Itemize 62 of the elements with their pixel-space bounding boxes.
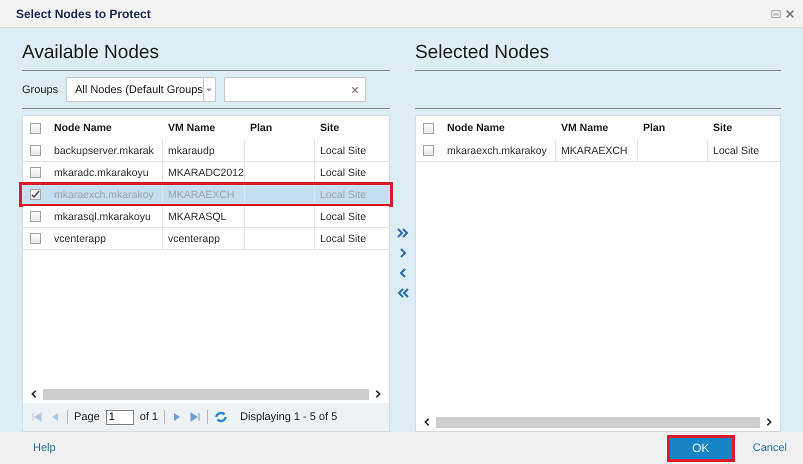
table-cell: MKARASQL	[163, 206, 245, 227]
add-all-button[interactable]	[396, 227, 408, 239]
first-page-icon[interactable]	[31, 411, 43, 423]
table-cell: vcenterapp	[163, 228, 245, 249]
refresh-icon[interactable]	[214, 410, 228, 424]
last-page-icon[interactable]	[189, 411, 202, 423]
close-icon[interactable]	[785, 8, 795, 18]
restore-icon[interactable]	[771, 8, 781, 18]
help-link[interactable]: Help	[33, 442, 56, 454]
column-header: Site	[319, 121, 340, 136]
caret-icon[interactable]	[205, 86, 214, 94]
column-header: VM Name	[167, 121, 216, 136]
table-cell: MKARAEXCH	[163, 184, 245, 205]
checkbox[interactable]	[30, 189, 41, 200]
scroll-left-icon[interactable]	[29, 388, 39, 400]
scrollbar-track[interactable]	[436, 416, 760, 428]
checkbox[interactable]	[30, 167, 41, 178]
scroll-right-icon[interactable]	[764, 416, 774, 428]
page-label: Page	[74, 411, 100, 423]
checkbox[interactable]	[30, 233, 41, 244]
column-header: Node Name	[446, 121, 506, 136]
panel-heading: Selected Nodes	[415, 41, 550, 65]
scroll-left-icon[interactable]	[422, 416, 432, 428]
table-cell: MKARAEXCH	[556, 140, 638, 161]
column-header: Plan	[249, 121, 274, 136]
table-cell: mkarasql.mkarakoyu	[49, 206, 163, 227]
checkbox[interactable]	[30, 211, 41, 222]
table-cell: MKARADC2012	[163, 162, 245, 183]
table-cell: mkaraexch.mkarakoy	[49, 184, 163, 205]
remove-all-button[interactable]	[396, 287, 408, 299]
table-cell-text: Local Site	[319, 144, 368, 158]
panel-heading: Available Nodes	[22, 41, 160, 65]
table-cell-text: Local Site	[319, 166, 368, 180]
table-cell: mkaraudp	[163, 140, 245, 161]
checkbox[interactable]	[423, 145, 434, 156]
table-cell-text: Local Site	[319, 232, 368, 246]
window-title: Select Nodes to Protect	[16, 6, 151, 20]
scrollbar-track[interactable]	[43, 388, 369, 400]
clear-icon[interactable]	[351, 86, 360, 94]
column-header: Plan	[642, 121, 666, 136]
checkbox[interactable]	[423, 122, 434, 134]
table-cell: backupserver.mkarak	[49, 140, 163, 161]
search-field[interactable]	[224, 77, 366, 102]
table-cell: mkaradc.mkarakoyu	[49, 162, 163, 183]
checkbox[interactable]	[30, 145, 41, 156]
table-cell-text: Local Site	[319, 210, 368, 224]
column-header: Site	[712, 121, 734, 136]
table-cell: vcenterapp	[49, 228, 163, 249]
page-count: of 1	[140, 411, 158, 423]
table-cell-text: Local Site	[712, 144, 760, 158]
checkbox[interactable]	[30, 122, 41, 134]
scroll-right-icon[interactable]	[373, 388, 383, 400]
table-cell: mkaraexch.mkarakoy	[442, 140, 556, 161]
cancel-link[interactable]: Cancel	[752, 442, 787, 454]
groups-dropdown[interactable]: All Nodes (Default Groups	[66, 77, 216, 102]
page-input[interactable]: 1	[106, 410, 134, 424]
column-header: VM Name	[560, 121, 610, 136]
column-header: Node Name	[53, 121, 113, 136]
field-label: Groups	[22, 84, 58, 96]
display-count: Displaying 1 - 5 of 5	[240, 411, 338, 423]
ok-button[interactable]: OK	[666, 434, 735, 462]
table-cell-text: Local Site	[319, 188, 368, 202]
